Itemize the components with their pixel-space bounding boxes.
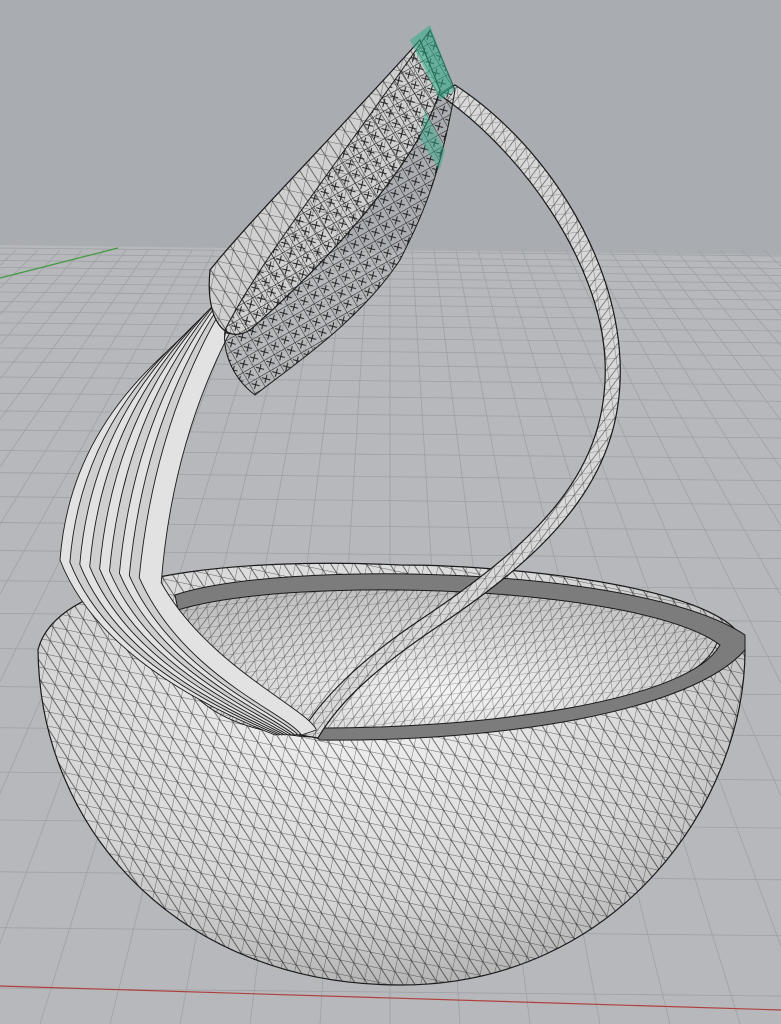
rhino-perspective-viewport[interactable] — [0, 0, 781, 1024]
viewport-canvas[interactable] — [0, 0, 781, 1024]
